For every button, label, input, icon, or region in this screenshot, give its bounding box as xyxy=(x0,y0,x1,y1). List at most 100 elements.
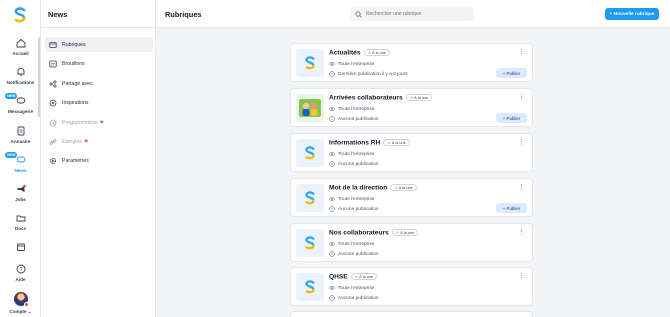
team-photo-icon xyxy=(299,99,321,117)
more-options-icon[interactable]: ⋮ xyxy=(518,184,525,191)
subnav-item-epingles[interactable]: Épinglés ⚑ xyxy=(45,134,153,149)
rail-item-notifications[interactable]: Notifications xyxy=(0,67,41,85)
pin-icon: ⚑ xyxy=(99,119,104,126)
search-icon xyxy=(355,10,362,18)
rubrique-title: Actualités ☆ À la une xyxy=(329,49,390,56)
new-badge: NEW xyxy=(5,152,18,158)
eye-icon xyxy=(329,242,335,246)
help-icon: ? xyxy=(16,264,25,274)
rubrique-title: Mot de la direction ☆ À la une xyxy=(329,184,417,191)
rail-item-messagerie[interactable]: NEW Messagerie xyxy=(0,93,41,114)
more-options-icon[interactable]: ⋮ xyxy=(518,273,525,280)
subnav-item-brouillons[interactable]: Brouillons xyxy=(45,56,153,71)
clock-icon xyxy=(49,119,57,126)
more-options-icon[interactable]: ⋮ xyxy=(518,94,525,101)
rail-label: Annuaire xyxy=(10,139,31,144)
rail-item-aide[interactable]: ? Aide xyxy=(0,264,41,282)
more-options-icon[interactable]: ⋮ xyxy=(518,49,525,56)
subnav-label: Programmation xyxy=(62,119,98,126)
rubrique-title: Nos collaborateurs ☆ À la une xyxy=(329,229,419,237)
new-rubrique-button[interactable]: + Nouvelle rubrique xyxy=(605,8,659,20)
app-logo[interactable] xyxy=(13,7,27,23)
subnav-item-parametres[interactable]: Paramètres xyxy=(45,153,153,168)
rubrique-card[interactable]: Informations RH ☆ À la une Toute l'entrep… xyxy=(290,133,533,172)
une-badge-label: À la une xyxy=(414,95,429,100)
clock-icon xyxy=(329,161,335,167)
subnav-item-partage[interactable]: Partagé avec xyxy=(45,76,153,91)
une-badge-label: À la une xyxy=(371,50,386,55)
rail-item-calendar[interactable] xyxy=(0,242,41,252)
status-row: Aucune publication xyxy=(329,295,379,301)
status-row: Dernière publication il y a 6 jours xyxy=(329,71,408,77)
une-badge-label: À la une xyxy=(400,230,415,235)
rail-item-news[interactable]: NEW News xyxy=(0,152,41,173)
calendar-icon xyxy=(16,243,25,251)
une-badge-label: À la une xyxy=(359,274,374,279)
app-logo xyxy=(305,236,315,250)
audience-row: Toute l'entreprise xyxy=(329,106,374,112)
rubrique-card[interactable]: Nos collaborateurs ☆ À la une Toute l'ent… xyxy=(290,223,533,262)
rubrique-title: QHSE ☆ À la une xyxy=(329,273,378,280)
divider xyxy=(41,27,156,28)
subnav-item-inspirations[interactable]: Inspirations xyxy=(45,95,153,110)
rubrique-card[interactable]: QHSE ☆ À la une Toute l'entreprise Aucune… xyxy=(290,267,533,306)
new-badge: NEW xyxy=(5,93,18,99)
subnav-label: Épinglés xyxy=(62,138,82,145)
rail-scrollbar[interactable] xyxy=(38,37,40,117)
status-text: Aucune publication xyxy=(338,161,379,167)
eye-icon xyxy=(329,152,335,156)
clock-icon xyxy=(329,251,335,257)
search-box[interactable] xyxy=(350,7,474,21)
gear-icon xyxy=(49,157,57,164)
clock-icon xyxy=(329,116,335,122)
rubrique-card[interactable]: Actualités ☆ À la une Toute l'entreprise … xyxy=(290,43,533,82)
rubrique-thumbnail xyxy=(296,184,324,212)
rail-item-accueil[interactable]: Accueil xyxy=(0,38,41,56)
app-logo xyxy=(305,146,315,160)
rubrique-thumbnail xyxy=(296,139,324,167)
page-header: Rubriques + Nouvelle rubrique xyxy=(156,0,670,28)
rail-item-annuaire[interactable]: Annuaire xyxy=(0,126,41,144)
rail-label: Docs xyxy=(14,226,27,231)
more-options-icon[interactable]: ⋮ xyxy=(518,229,525,236)
svg-text:?: ? xyxy=(19,267,22,273)
rail-item-docs[interactable]: Docs xyxy=(0,213,41,231)
bell-icon xyxy=(17,67,24,76)
rail-label: Messagerie xyxy=(7,109,34,114)
rubrique-title: Arrivées collaborateurs ☆ À la une xyxy=(329,94,433,101)
eye-icon xyxy=(329,286,335,290)
status-text: Dernière publication il y a 6 jours xyxy=(338,71,408,77)
rail-label: Compte ⌄ xyxy=(9,309,32,314)
rail-item-compte[interactable]: Compte ⌄ xyxy=(0,292,41,315)
rubrique-title-text: Actualités xyxy=(329,49,361,57)
audience-text: Toute l'entreprise xyxy=(338,285,375,291)
subnav-label: Rubriques xyxy=(62,41,86,48)
chat-icon xyxy=(16,97,25,104)
more-options-icon[interactable]: ⋮ xyxy=(518,139,525,146)
app-rail: Accueil Notifications NEW Messagerie Ann… xyxy=(0,0,41,317)
rail-item-jobs[interactable]: Jobs xyxy=(0,184,41,202)
publish-button[interactable]: + Publier xyxy=(496,68,527,78)
rubrique-card[interactable]: Mot de la direction ☆ À la une Toute l'en… xyxy=(290,178,533,217)
audience-row: Toute l'entreprise xyxy=(329,241,374,247)
rubrique-card[interactable]: Arrivées collaborateurs ☆ À la une Toute … xyxy=(290,88,533,127)
subnav-item-rubriques[interactable]: Rubriques xyxy=(45,37,153,52)
status-row: Aucune publication xyxy=(329,251,379,257)
inspiration-icon xyxy=(49,99,57,106)
une-badge-label: À la une xyxy=(398,185,413,190)
une-badge: ☆ À la une xyxy=(363,49,390,56)
rubrique-title: Informations RH ☆ À la une xyxy=(329,139,410,146)
rubrique-thumbnail xyxy=(296,49,324,77)
rubrique-card-partial[interactable] xyxy=(290,311,533,317)
rail-label: Aide xyxy=(15,277,26,282)
rail-label: News xyxy=(14,168,27,173)
publish-button[interactable]: + Publier xyxy=(496,113,527,123)
publish-button[interactable]: + Publier xyxy=(496,203,527,213)
app-logo xyxy=(305,191,315,205)
rubrique-title-text: Nos collaborateurs xyxy=(329,229,389,237)
audience-row: Toute l'entreprise xyxy=(329,285,374,291)
eye-icon xyxy=(329,107,335,111)
subnav-item-programmation[interactable]: Programmation ⚑ xyxy=(45,115,153,130)
clock-icon xyxy=(329,206,335,212)
search-input[interactable] xyxy=(366,11,466,17)
